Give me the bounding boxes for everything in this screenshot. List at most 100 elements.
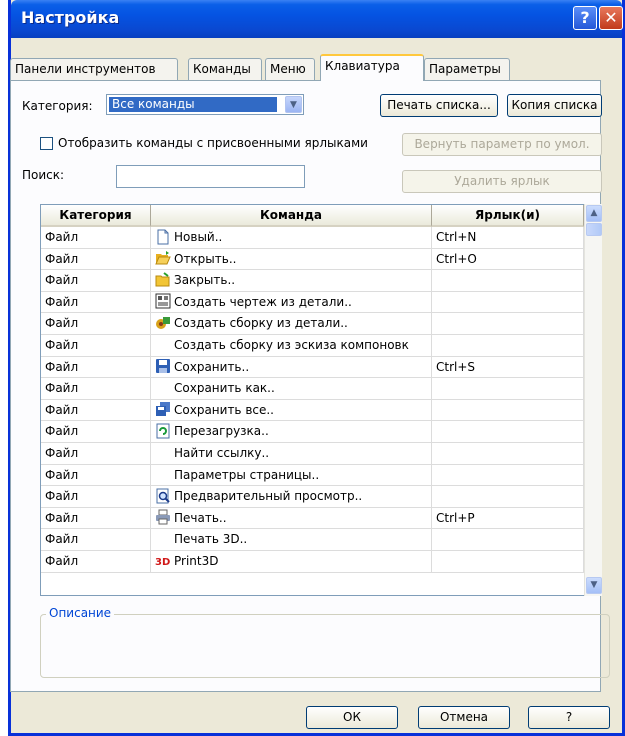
cell-shortcut[interactable]: [432, 378, 584, 399]
command-label: Создать сборку из эскиза компоновк: [174, 338, 409, 352]
cell-category: Файл: [41, 486, 151, 507]
cell-shortcut[interactable]: Ctrl+S: [432, 356, 584, 378]
cell-command: Сохранить..: [151, 356, 432, 378]
tab-menu[interactable]: Меню: [265, 58, 315, 80]
delete-shortcut-button[interactable]: Удалить ярлык: [402, 170, 602, 193]
category-dropdown[interactable]: Все команды ▼: [106, 94, 304, 115]
table-row[interactable]: Файл Закрыть..: [41, 270, 585, 292]
cell-category: Файл: [41, 313, 151, 334]
column-header-command[interactable]: Команда: [151, 205, 432, 227]
cell-shortcut[interactable]: [432, 421, 584, 442]
command-label: Сохранить..: [174, 359, 250, 374]
table-row[interactable]: Файл Перезагрузка..: [41, 421, 585, 443]
cell-shortcut[interactable]: [432, 486, 584, 507]
table-row[interactable]: Файл Новый.. Ctrl+N: [41, 227, 585, 249]
column-header-category[interactable]: Категория: [41, 205, 151, 227]
ok-button[interactable]: ОК: [306, 706, 398, 729]
save-icon: [155, 358, 171, 374]
cell-category: Файл: [41, 443, 151, 464]
table-row[interactable]: Файл Сохранить.. Ctrl+S: [41, 356, 585, 379]
cell-command: Создать сборку из эскиза компоновк: [151, 335, 432, 356]
cell-shortcut[interactable]: [432, 529, 584, 550]
cell-shortcut[interactable]: [432, 270, 584, 291]
cell-command: Найти ссылку..: [151, 443, 432, 464]
help-button[interactable]: ?: [528, 706, 610, 729]
cell-shortcut[interactable]: [432, 313, 584, 334]
cell-category: Файл: [41, 248, 151, 270]
open-folder-icon: [155, 250, 171, 266]
tab-commands[interactable]: Команды: [188, 58, 262, 80]
table-row[interactable]: Файл Сохранить как..: [41, 378, 585, 400]
cell-category: Файл: [41, 507, 151, 529]
print-preview-icon: [155, 488, 171, 504]
print3d-icon: 3D: [155, 553, 171, 569]
description-group: [40, 614, 610, 678]
cell-command: Создать сборку из детали..: [151, 313, 432, 334]
table-row[interactable]: Файл Создать сборку из детали..: [41, 313, 585, 335]
table-row[interactable]: Файл Печать.. Ctrl+P: [41, 507, 585, 530]
command-label: Новый..: [174, 230, 223, 244]
cell-shortcut[interactable]: Ctrl+O: [432, 248, 584, 270]
tab-keyboard[interactable]: Клавиатура: [320, 54, 424, 81]
reset-default-button[interactable]: Вернуть параметр по умол.: [402, 133, 602, 156]
cell-command: Создать чертеж из детали..: [151, 291, 432, 313]
cell-category: Файл: [41, 551, 151, 572]
cell-category: Файл: [41, 356, 151, 378]
cell-command: Перезагрузка..: [151, 421, 432, 442]
title-bar[interactable]: Настройка ? ✕: [11, 0, 623, 38]
command-label: Печать..: [174, 510, 227, 525]
chevron-down-icon[interactable]: ▼: [285, 96, 302, 113]
cell-command: 3D Print3D: [151, 551, 432, 572]
tab-toolbars[interactable]: Панели инструментов: [10, 58, 178, 80]
cell-shortcut[interactable]: Ctrl+N: [432, 227, 584, 248]
cell-shortcut[interactable]: [432, 399, 584, 421]
cell-command: Сохранить как..: [151, 378, 432, 399]
cell-shortcut[interactable]: [432, 291, 584, 313]
command-label: Печать 3D..: [174, 532, 248, 547]
cell-shortcut[interactable]: [432, 464, 584, 486]
cancel-button[interactable]: Отмена: [418, 706, 510, 729]
help-title-button[interactable]: ?: [573, 6, 597, 30]
cell-category: Файл: [41, 378, 151, 399]
cell-shortcut[interactable]: [432, 443, 584, 464]
cell-category: Файл: [41, 335, 151, 356]
command-label: Предварительный просмотр..: [174, 489, 363, 504]
scroll-thumb[interactable]: [586, 223, 602, 236]
search-label: Поиск:: [22, 168, 65, 182]
table-row[interactable]: Файл Найти ссылку..: [41, 443, 585, 465]
table-row[interactable]: Файл Сохранить все..: [41, 399, 585, 422]
cell-category: Файл: [41, 464, 151, 486]
cell-shortcut[interactable]: [432, 551, 584, 572]
table-row[interactable]: Файл Открыть.. Ctrl+O: [41, 248, 585, 271]
command-label: Открыть..: [174, 251, 237, 266]
table-row[interactable]: Файл Создать сборку из эскиза компоновк: [41, 335, 585, 357]
table-row[interactable]: Файл Предварительный просмотр..: [41, 486, 585, 508]
tab-options[interactable]: Параметры: [424, 58, 510, 80]
copy-list-button[interactable]: Копия списка: [507, 94, 602, 117]
scroll-down-icon[interactable]: ▼: [586, 577, 602, 594]
cell-shortcut[interactable]: [432, 335, 584, 356]
assembly-from-part-icon: [155, 315, 171, 331]
table-row[interactable]: Файл 3D Print3D: [41, 551, 585, 573]
cell-command: Открыть..: [151, 248, 432, 270]
cell-shortcut[interactable]: Ctrl+P: [432, 507, 584, 529]
search-input[interactable]: [116, 165, 305, 188]
show-assigned-checkbox[interactable]: [40, 137, 53, 150]
reload-icon: [155, 423, 171, 439]
dialog-title: Настройка: [21, 8, 120, 27]
table-row[interactable]: Файл Параметры страницы..: [41, 464, 585, 487]
drawing-from-part-icon: [155, 293, 171, 309]
scroll-up-icon[interactable]: ▲: [586, 205, 602, 222]
table-row[interactable]: Файл Создать чертеж из детали..: [41, 291, 585, 314]
cell-command: Печать 3D..: [151, 529, 432, 550]
table-scrollbar[interactable]: ▲ ▼: [584, 204, 602, 596]
close-button[interactable]: ✕: [599, 6, 623, 30]
print-list-button[interactable]: Печать списка...: [380, 94, 498, 117]
category-label: Категория:: [22, 99, 93, 113]
cell-category: Файл: [41, 291, 151, 313]
column-header-shortcut[interactable]: Ярлык(и): [432, 205, 584, 227]
save-all-icon: [155, 401, 171, 417]
table-row[interactable]: Файл Печать 3D..: [41, 529, 585, 551]
show-assigned-label[interactable]: Отобразить команды с присвоенными ярлыка…: [58, 136, 368, 150]
cell-category: Файл: [41, 227, 151, 248]
